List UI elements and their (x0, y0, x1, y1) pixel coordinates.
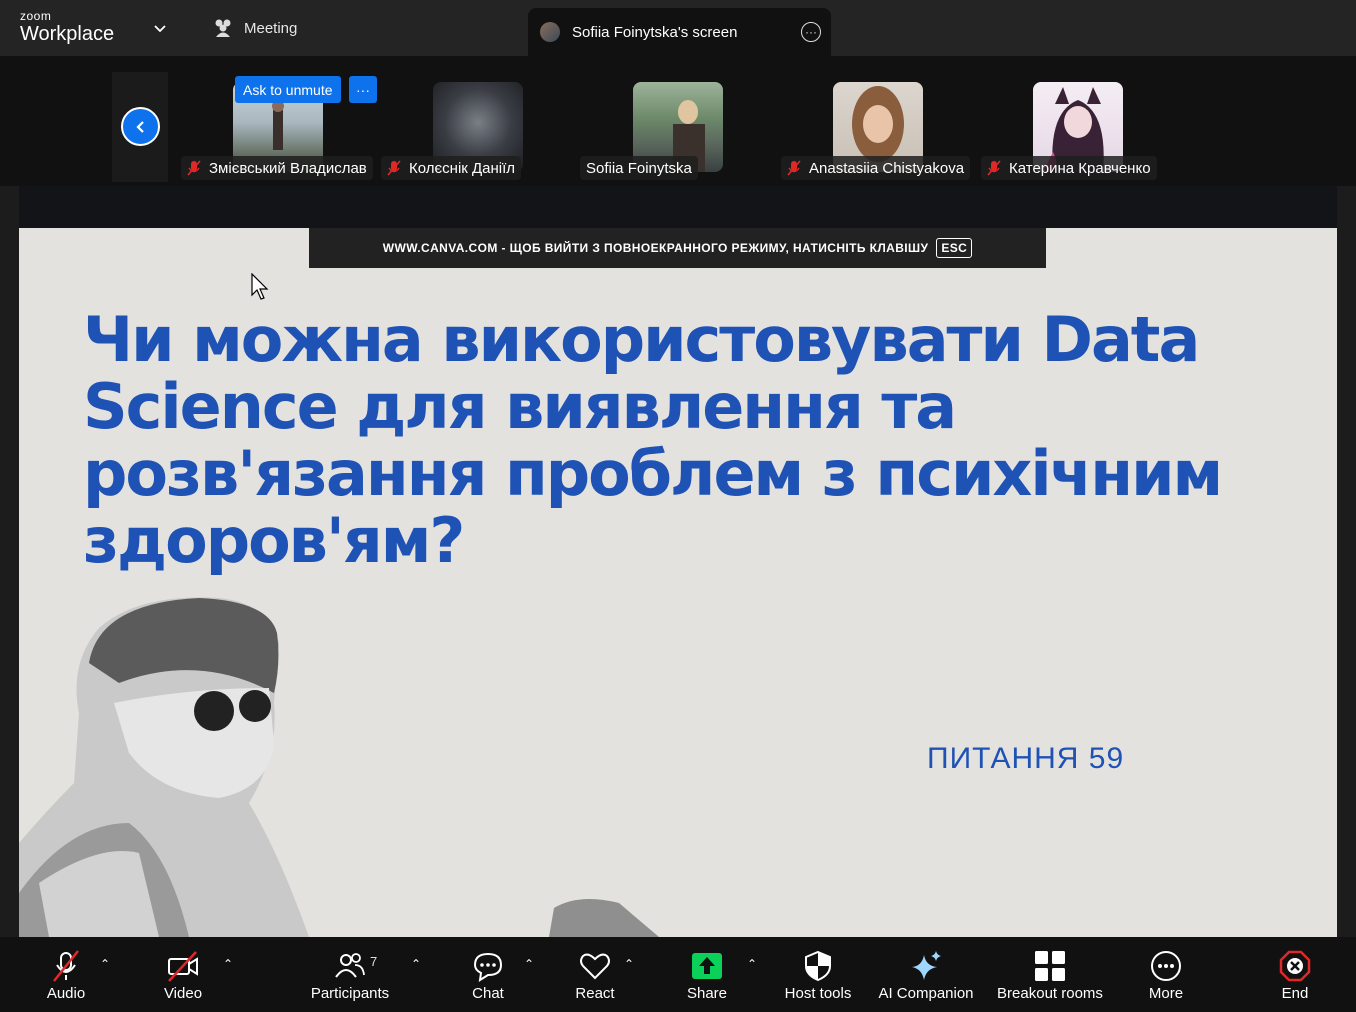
mic-muted-icon (187, 160, 201, 176)
slide-title-line: Чи можна використовувати Data (83, 303, 1200, 376)
shield-icon (805, 950, 831, 982)
fullscreen-banner: WWW.CANVA.COM - ЩОБ ВИЙТИ З ПОВНОЕКРАННО… (309, 228, 1046, 268)
react-label: React (575, 985, 615, 1002)
video-label: Video (163, 985, 203, 1002)
mouse-cursor-icon (251, 273, 269, 300)
end-call-icon (1279, 950, 1311, 982)
question-number: ПИТАННЯ 59 (927, 742, 1125, 775)
ai-companion-button[interactable]: AI Companion (876, 937, 976, 1012)
brand-small: zoom (20, 9, 52, 23)
tab-shared-screen[interactable]: Sofiia Foinytska's screen ··· (528, 8, 831, 56)
more-button[interactable]: More (1145, 937, 1187, 1012)
mic-muted-icon (787, 160, 801, 176)
participant-nametag: Sofiia Foinytska (580, 156, 698, 180)
slide-photo (19, 597, 659, 937)
participants-count: 7 (370, 954, 378, 969)
esc-key: ESC (936, 238, 973, 258)
mic-muted-icon (387, 160, 401, 176)
chevron-left-icon (135, 120, 144, 133)
brand-big: Workplace (20, 23, 115, 45)
participant-name: Змієвський Владислав (209, 159, 367, 177)
title-bar: zoom Workplace Meeting Sofiia Foinytska'… (0, 0, 1356, 56)
participant-more-button[interactable]: ··· (349, 76, 377, 103)
participants-icon (335, 953, 365, 978)
more-icon (1151, 951, 1181, 981)
share-label: Share (686, 985, 728, 1002)
chat-button[interactable]: Chat (470, 937, 506, 1012)
breakout-rooms-icon (1035, 951, 1065, 981)
participant-nametag: Колєснік Даніїл (381, 156, 522, 180)
share-options-caret[interactable]: ⌃ (747, 957, 757, 971)
participant-name: Anastasiia Chistyakova (809, 159, 965, 177)
slide-title-line: здоров'ям? (83, 504, 465, 577)
tab-meeting[interactable]: Meeting (212, 18, 297, 38)
participant-name: Катерина Кравченко (1009, 159, 1151, 177)
ask-to-unmute-button[interactable]: Ask to unmute (235, 76, 341, 103)
slide-title: Чи можна використовувати Data Science дл… (83, 306, 1283, 574)
shared-screen: WWW.CANVA.COM - ЩОБ ВИЙТИ З ПОВНОЕКРАННО… (19, 228, 1337, 937)
tab-meeting-label: Meeting (244, 19, 298, 37)
end-label: End (1281, 985, 1309, 1002)
share-screen-icon (692, 953, 722, 979)
share-button[interactable]: Share (684, 937, 730, 1012)
audio-label: Audio (46, 985, 86, 1002)
people-icon (215, 19, 231, 37)
more-label: More (1148, 985, 1184, 1002)
participant-nametag: Катерина Кравченко (981, 156, 1157, 180)
slide-title-line: Science для виявлення та (83, 370, 957, 443)
video-off-icon (168, 951, 198, 982)
participants-label: Participants (310, 985, 390, 1002)
participant-nametag: Anastasiia Chistyakova (781, 156, 971, 180)
participants-button[interactable]: 7 Participants (308, 937, 392, 1012)
strip-divider (19, 186, 1337, 228)
meeting-toolbar: Audio ⌃ Video ⌃ 7 Participants ⌃ Chat ⌃ … (0, 937, 1356, 1012)
end-meeting-button[interactable]: End (1278, 937, 1312, 1012)
banner-text: WWW.CANVA.COM - ЩОБ ВИЙТИ З ПОВНОЕКРАННО… (382, 241, 929, 255)
mic-muted-icon (53, 950, 79, 982)
audio-button[interactable]: Audio (40, 937, 92, 1012)
chat-icon (473, 952, 503, 982)
mic-muted-icon (987, 160, 1001, 176)
breakout-rooms-button[interactable]: Breakout rooms (994, 937, 1106, 1012)
zoom-logo[interactable]: zoom Workplace (20, 10, 114, 46)
react-button[interactable]: React (574, 937, 616, 1012)
ai-companion-label: AI Companion (878, 985, 974, 1002)
avatar (540, 22, 560, 42)
previous-page-button[interactable] (121, 107, 160, 146)
host-tools-button[interactable]: Host tools (782, 937, 854, 1012)
more-options-icon[interactable]: ··· (801, 22, 821, 42)
heart-icon (580, 953, 610, 980)
video-options-caret[interactable]: ⌃ (223, 957, 233, 971)
chevron-down-icon[interactable] (152, 20, 168, 36)
sparkle-icon (912, 951, 941, 980)
host-tools-label: Host tools (784, 985, 852, 1002)
chat-label: Chat (472, 985, 504, 1002)
slide-title-line: розв'язання проблем з психічним (83, 437, 1223, 510)
participant-name: Колєснік Даніїл (409, 159, 516, 177)
breakout-rooms-label: Breakout rooms (997, 985, 1103, 1002)
participants-options-caret[interactable]: ⌃ (411, 957, 421, 971)
chat-options-caret[interactable]: ⌃ (524, 957, 534, 971)
participant-nametag: Змієвський Владислав (181, 156, 373, 180)
tab-screen-label: Sofiia Foinytska's screen (572, 23, 738, 41)
participant-name: Sofiia Foinytska (586, 159, 692, 177)
video-button[interactable]: Video (158, 937, 208, 1012)
react-options-caret[interactable]: ⌃ (624, 957, 634, 971)
audio-options-caret[interactable]: ⌃ (100, 957, 110, 971)
zoom-window: zoom Workplace Meeting Sofiia Foinytska'… (0, 0, 1356, 1012)
